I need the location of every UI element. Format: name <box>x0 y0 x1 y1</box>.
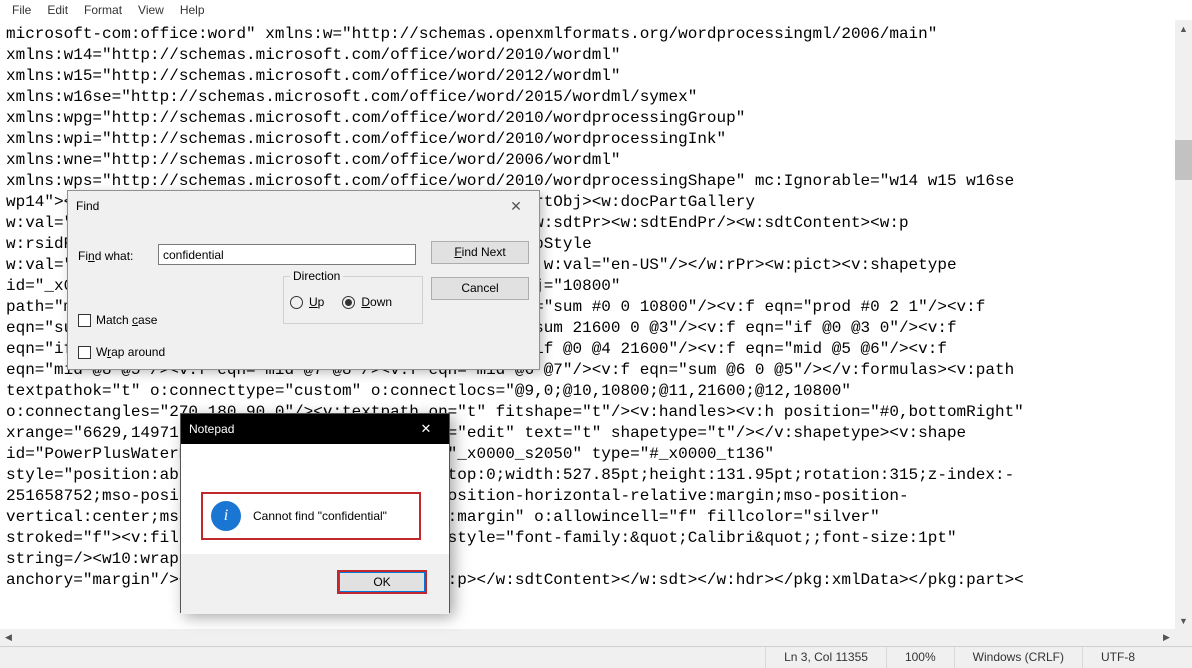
ok-button[interactable]: OK <box>337 570 427 594</box>
menu-file[interactable]: File <box>4 1 39 19</box>
wrap-around-checkbox[interactable] <box>78 346 91 359</box>
find-what-label: Find what: <box>78 249 133 263</box>
wrap-around-label: Wrap around <box>96 345 165 359</box>
direction-down-label: Down <box>361 295 392 309</box>
vertical-scrollbar[interactable]: ▲ ▼ <box>1175 20 1192 646</box>
horizontal-scrollbar[interactable]: ◀ ▶ <box>0 629 1175 646</box>
info-icon: i <box>211 501 241 531</box>
menu-help[interactable]: Help <box>172 1 213 19</box>
direction-up-radio[interactable] <box>290 296 303 309</box>
match-case-label: Match case <box>96 313 157 327</box>
message-content: i Cannot find "confidential" <box>201 492 421 540</box>
cancel-button[interactable]: Cancel <box>431 277 529 300</box>
menu-view[interactable]: View <box>130 1 172 19</box>
find-dialog: Find ✕ Find what: Find Next Cancel Direc… <box>67 190 540 370</box>
status-encoding: UTF-8 <box>1082 647 1192 668</box>
scroll-left-arrow-icon[interactable]: ◀ <box>0 629 17 646</box>
close-icon[interactable]: ✕ <box>501 198 531 215</box>
find-dialog-title: Find <box>76 199 501 213</box>
message-text: Cannot find "confidential" <box>253 509 387 523</box>
close-icon[interactable]: ✕ <box>411 421 441 437</box>
direction-up-label: Up <box>309 295 324 309</box>
scroll-right-arrow-icon[interactable]: ▶ <box>1158 629 1175 646</box>
find-next-button[interactable]: Find Next <box>431 241 529 264</box>
direction-group: Direction Up Down <box>283 276 423 324</box>
status-bar: Ln 3, Col 11355 100% Windows (CRLF) UTF-… <box>0 646 1192 668</box>
status-zoom: 100% <box>886 647 954 668</box>
status-line-ending: Windows (CRLF) <box>954 647 1082 668</box>
match-case-checkbox[interactable] <box>78 314 91 327</box>
scroll-thumb[interactable] <box>1175 140 1192 180</box>
direction-label: Direction <box>290 269 343 283</box>
message-dialog: Notepad ✕ i Cannot find "confidential" O… <box>180 413 450 613</box>
find-what-input[interactable] <box>158 244 416 265</box>
menu-bar: File Edit Format View Help <box>0 0 1192 20</box>
direction-down-radio[interactable] <box>342 296 355 309</box>
scroll-down-arrow-icon[interactable]: ▼ <box>1175 612 1192 629</box>
status-position: Ln 3, Col 11355 <box>765 647 886 668</box>
message-dialog-title: Notepad <box>189 422 411 436</box>
scroll-up-arrow-icon[interactable]: ▲ <box>1175 20 1192 37</box>
menu-edit[interactable]: Edit <box>39 1 76 19</box>
menu-format[interactable]: Format <box>76 1 130 19</box>
